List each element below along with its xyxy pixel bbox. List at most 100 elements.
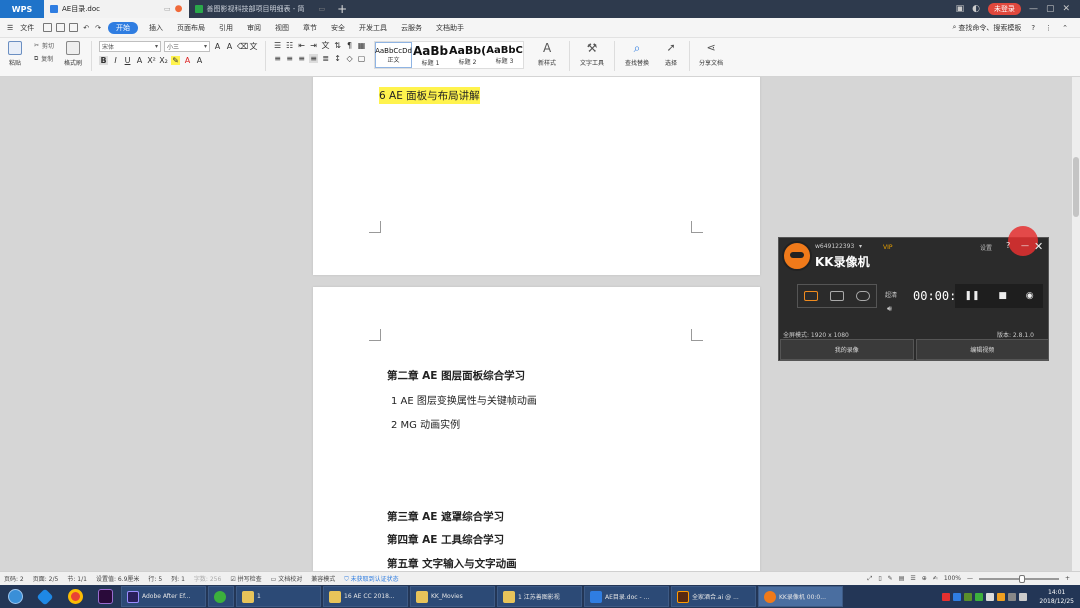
menu-cloud[interactable]: 云服务 [394, 18, 429, 38]
volume-icon[interactable] [1019, 592, 1028, 601]
page-2[interactable]: 第二章 AE 图层面板综合学习 1 AE 图层变换属性与关键帧动画 2 MG 动… [313, 287, 760, 571]
screen-mode-icon[interactable] [804, 291, 818, 301]
menu-start[interactable]: 开始 [108, 21, 139, 34]
volume-icon[interactable]: 🔊︎ [887, 304, 892, 314]
menu-references[interactable]: 引用 [212, 18, 240, 38]
menu-file[interactable]: 文件 [20, 18, 41, 38]
task-folder-kk[interactable]: KK_Movies [410, 586, 495, 607]
fullscreen-icon[interactable]: ⤢ [868, 575, 873, 583]
close-tab-icon[interactable]: ● [175, 4, 183, 14]
tray-icon[interactable] [975, 592, 984, 601]
start-button[interactable] [0, 585, 30, 608]
write-mode-icon[interactable]: ✍ [933, 575, 938, 582]
restore-tab-icon[interactable]: ▭ [164, 5, 171, 13]
network-icon[interactable] [1008, 592, 1017, 601]
bold-icon[interactable]: B [99, 56, 109, 65]
align-center-icon[interactable]: ≡ [285, 54, 294, 63]
task-wechat[interactable] [208, 586, 234, 607]
menu-page-layout[interactable]: 页面布局 [170, 18, 212, 38]
pause-icon[interactable]: ❚❚ [964, 291, 979, 301]
collapse-ribbon-icon[interactable]: ⌃ [1062, 24, 1068, 32]
distribute-icon[interactable]: ≣ [321, 54, 330, 63]
search-icon[interactable]: ⌕ [952, 23, 956, 32]
login-badge[interactable]: 未登录 [987, 3, 1021, 15]
italic-icon[interactable]: I [111, 56, 120, 65]
scrollbar-thumb[interactable] [1073, 157, 1079, 217]
find-replace-button[interactable]: ⌕ 查找替换 [620, 41, 654, 67]
task-kk-recorder[interactable]: KK录像机 00:0... [758, 586, 843, 607]
menu-developer[interactable]: 开发工具 [352, 18, 394, 38]
menu-view[interactable]: 视图 [268, 18, 296, 38]
pinned-premiere[interactable] [90, 585, 120, 608]
tray-icon[interactable] [997, 592, 1006, 601]
my-recordings-button[interactable]: 我的录像 [780, 339, 914, 360]
menu-doc-assistant[interactable]: 文档助手 [429, 18, 471, 38]
zoom-in-icon[interactable]: + [1065, 575, 1070, 582]
help-icon[interactable]: ? [1031, 24, 1035, 32]
tray-icon[interactable] [942, 592, 951, 601]
zoom-slider[interactable] [978, 574, 1059, 583]
settings-link[interactable]: 设置 [980, 243, 992, 252]
font-size-select[interactable]: 小三 ▾ [164, 41, 211, 52]
auth-status[interactable]: ⛉ 未获取到认证状态 [344, 574, 398, 584]
restore-tab-icon[interactable]: ▭ [318, 5, 325, 13]
task-wps-doc[interactable]: AE目录.doc - ... [584, 586, 669, 607]
justify-icon[interactable]: ≡ [309, 54, 319, 63]
outdent-icon[interactable]: ⇤ [297, 41, 306, 50]
status-col[interactable]: 列: 1 [171, 574, 185, 583]
style-normal[interactable]: AaBbCcDd 正文 [375, 42, 413, 68]
minimize-icon[interactable]: — [1029, 4, 1038, 14]
paste-button[interactable]: 粘贴 [2, 41, 28, 67]
tray-icon[interactable] [986, 592, 995, 601]
style-heading-3[interactable]: AaBbC 标题 3 [486, 42, 523, 68]
font-color-icon[interactable]: A [183, 56, 192, 65]
text-tools-button[interactable]: ⚒ 文字工具 [575, 41, 609, 67]
select-button[interactable]: ➚ 选择 [658, 41, 684, 67]
style-heading-1[interactable]: AaBb 标题 1 [412, 42, 449, 68]
kk-recorder-window[interactable]: w649122393 ▾ VIP KK录像机 设置 ? — ✕ 超清 🔊︎ 00… [778, 226, 1049, 361]
menu-chapter[interactable]: 章节 [296, 18, 324, 38]
chinese-layout-icon[interactable]: 文 [321, 41, 330, 50]
minimize-icon[interactable]: — [1021, 241, 1029, 250]
undo-icon[interactable]: ↶ [80, 18, 92, 38]
shading-icon[interactable]: ◇ [345, 54, 354, 63]
task-after-effects[interactable]: Adobe After Ef... [121, 586, 206, 607]
table-icon[interactable]: ▦ [357, 41, 366, 50]
task-folder-jiangsu[interactable]: 1 江苏善图影视 [497, 586, 582, 607]
phonetic-icon[interactable]: 文 [249, 42, 258, 51]
spell-check-toggle[interactable]: ☑ 拼写检查 [230, 574, 261, 583]
print-icon[interactable] [56, 23, 66, 32]
new-style-button[interactable]: A 新样式 [530, 41, 564, 67]
underline-icon[interactable]: U [123, 56, 132, 65]
clear-format-icon[interactable]: ⌫ [237, 42, 248, 51]
char-border-icon[interactable]: A [195, 56, 204, 65]
menu-review[interactable]: 审阅 [240, 18, 268, 38]
window-mode-icon[interactable]: ▣ [956, 4, 965, 14]
new-tab-button[interactable]: + [331, 0, 353, 18]
tab-spreadsheet[interactable]: 善图影视科技部项目明细表 - 简 ▭ [189, 0, 332, 18]
help-icon[interactable]: ? [1006, 241, 1010, 250]
show-marks-icon[interactable]: ¶ [345, 41, 354, 50]
superscript-icon[interactable]: X² [147, 56, 156, 65]
status-section[interactable]: 节: 1/1 [67, 574, 87, 583]
zoom-level[interactable]: 100% [944, 575, 961, 582]
edit-video-button[interactable]: 编辑视频 [915, 339, 1049, 360]
vip-badge[interactable]: VIP [883, 244, 893, 251]
border-icon[interactable]: ▢ [357, 54, 366, 63]
bullet-list-icon[interactable]: ☰ [273, 41, 282, 50]
menu-security[interactable]: 安全 [324, 18, 352, 38]
quality-selector[interactable]: 超清 [885, 290, 897, 299]
vertical-scrollbar[interactable] [1072, 77, 1080, 571]
align-right-icon[interactable]: ≡ [297, 54, 306, 63]
camera-icon[interactable]: ◉ [1026, 291, 1034, 301]
zoom-slider-knob[interactable] [1018, 574, 1025, 583]
skin-icon[interactable]: ◐ [972, 4, 980, 14]
eye-protect-icon[interactable]: ✎ [888, 575, 893, 582]
wps-app-button[interactable]: WPS [0, 0, 44, 18]
format-painter-button[interactable]: 格式刷 [60, 41, 86, 67]
preview-icon[interactable] [69, 23, 79, 32]
align-left-icon[interactable]: ≡ [273, 54, 282, 63]
page-1[interactable]: 6 AE 面板与布局讲解 [313, 77, 760, 275]
shrink-font-icon[interactable]: A [225, 42, 234, 51]
line-spacing-icon[interactable]: ↕ [333, 54, 342, 63]
